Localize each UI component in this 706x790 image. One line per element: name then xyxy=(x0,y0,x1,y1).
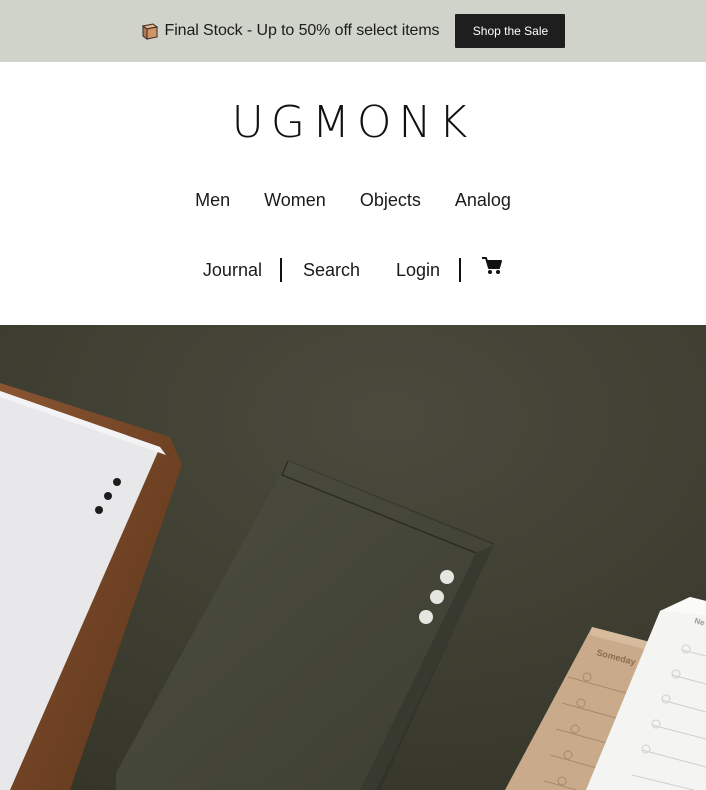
promo-content: Final Stock - Up to 50% off select items… xyxy=(141,14,566,48)
logo[interactable]: UGMONK xyxy=(0,98,706,148)
search-link[interactable]: Search xyxy=(303,258,360,282)
nav-item-objects[interactable]: Objects xyxy=(360,188,421,212)
hero-photo: Someday Ne xyxy=(0,325,706,790)
site-header: UGMONK Men Women Objects Analog Journal … xyxy=(0,62,706,325)
nav-item-women[interactable]: Women xyxy=(264,188,326,212)
nav-divider xyxy=(279,258,282,282)
promo-text: Final Stock - Up to 50% off select items xyxy=(164,22,440,39)
nav-item-men[interactable]: Men xyxy=(195,188,230,212)
box-icon xyxy=(141,22,159,40)
shop-the-sale-button[interactable]: Shop the Sale xyxy=(455,14,566,48)
utility-nav: Journal Search Login xyxy=(0,256,706,282)
shopping-cart-icon[interactable] xyxy=(481,256,503,276)
login-link[interactable]: Login xyxy=(396,258,440,282)
promo-bar: Final Stock - Up to 50% off select items… xyxy=(0,0,706,62)
journal-link[interactable]: Journal xyxy=(203,258,262,282)
nav-item-analog[interactable]: Analog xyxy=(455,188,511,212)
main-nav: Men Women Objects Analog xyxy=(0,188,706,212)
nav-divider xyxy=(459,258,462,282)
hero-image: Someday Ne xyxy=(0,325,706,790)
